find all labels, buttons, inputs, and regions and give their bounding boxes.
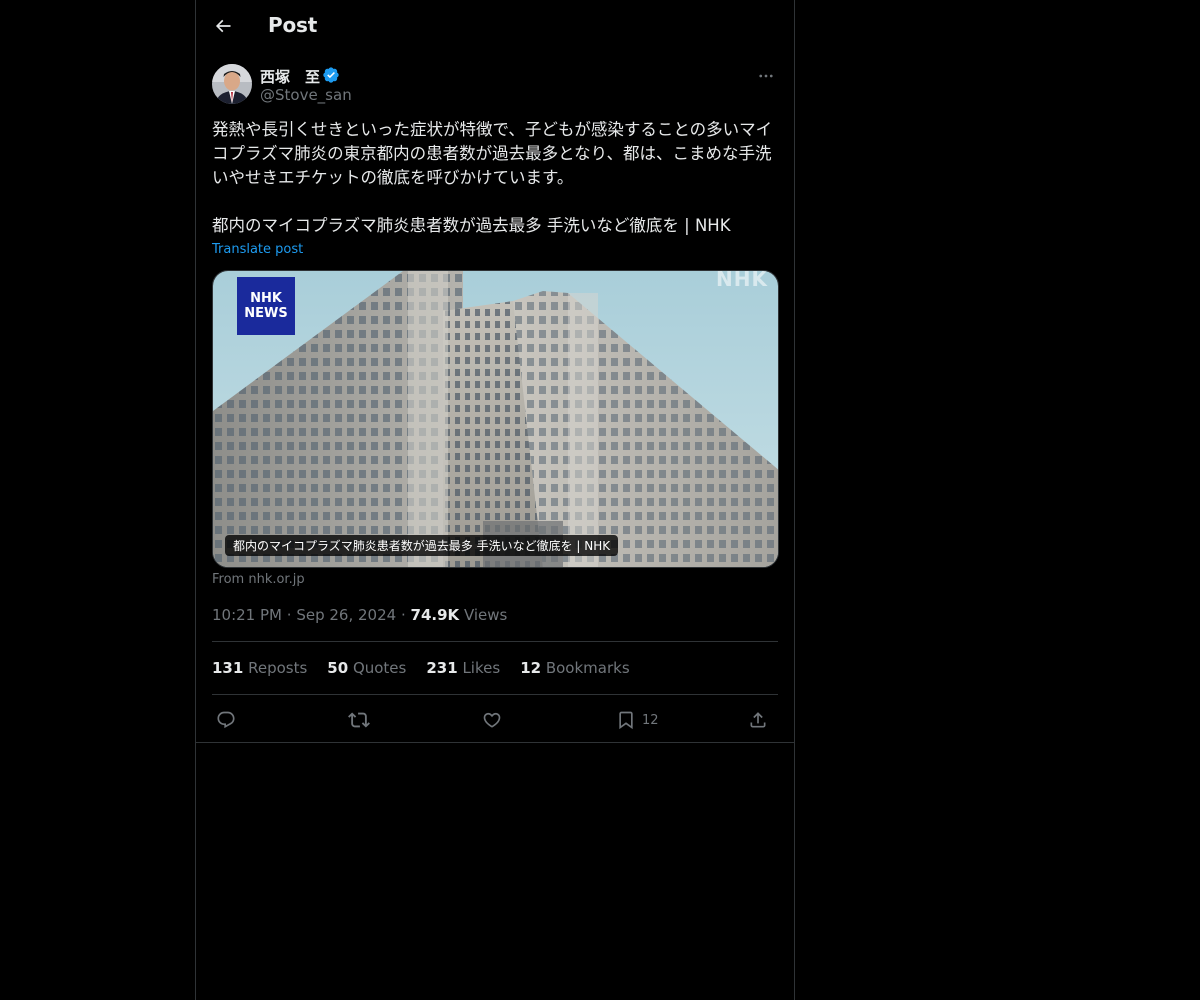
- author-display-name[interactable]: 西塚 至: [260, 66, 320, 87]
- bookmark-icon: [619, 711, 633, 730]
- post-date[interactable]: Sep 26, 2024: [296, 606, 396, 624]
- bookmark-count: 12: [642, 712, 659, 728]
- divider: [212, 694, 778, 695]
- like-button[interactable]: [482, 706, 502, 734]
- link-preview-card[interactable]: NHK NEWS NHK 都内のマイコプラズマ肺炎患者数が過去最多 手洗いなど徹…: [212, 270, 779, 568]
- back-button[interactable]: [208, 11, 238, 41]
- post-column: Post 西塚 至 @Stove_san 発熱や長引くせきといった症状が特徴で、…: [195, 0, 795, 1000]
- divider: [196, 742, 794, 743]
- page-title: Post: [268, 13, 318, 37]
- card-source[interactable]: From nhk.or.jp: [212, 572, 305, 587]
- reply-icon: [217, 711, 235, 729]
- post-meta: 10:21 PM · Sep 26, 2024 · 74.9K Views: [212, 606, 507, 624]
- meta-separator: ·: [400, 606, 406, 624]
- post-time[interactable]: 10:21 PM: [212, 606, 282, 624]
- divider: [212, 641, 778, 642]
- more-dots-icon: [759, 74, 773, 78]
- post-author: 西塚 至 @Stove_san: [212, 64, 778, 108]
- more-options-button[interactable]: [754, 64, 778, 88]
- reply-button[interactable]: [216, 706, 236, 734]
- post-text: 発熱や長引くせきといった症状が特徴で、子どもが感染することの多いマイコプラズマ肺…: [212, 120, 773, 235]
- bookmark-button[interactable]: 12: [616, 706, 659, 734]
- card-title: 都内のマイコプラズマ肺炎患者数が過去最多 手洗いなど徹底を | NHK: [225, 535, 619, 556]
- likes-stat[interactable]: 231 Likes: [426, 659, 500, 677]
- engagement-stats: 131 Reposts 50 Quotes 231 Likes 12 Bookm…: [212, 659, 630, 677]
- like-icon: [483, 712, 501, 728]
- card-image: [213, 271, 778, 567]
- bookmarks-stat[interactable]: 12 Bookmarks: [520, 659, 629, 677]
- repost-button[interactable]: [348, 706, 370, 734]
- author-handle[interactable]: @Stove_san: [260, 86, 352, 104]
- reposts-stat[interactable]: 131 Reposts: [212, 659, 307, 677]
- quotes-stat[interactable]: 50 Quotes: [327, 659, 406, 677]
- views-label: Views: [463, 606, 508, 624]
- arrow-left-icon: [215, 19, 231, 33]
- meta-separator: ·: [286, 606, 292, 624]
- nhk-news-logo: NHK NEWS: [237, 277, 295, 335]
- post-header: Post: [196, 0, 794, 53]
- share-icon: [750, 712, 766, 728]
- translate-post-link[interactable]: Translate post: [212, 242, 303, 257]
- verified-badge-icon: [323, 67, 339, 83]
- views-count: 74.9K: [410, 606, 460, 624]
- action-bar: 12: [212, 706, 778, 734]
- avatar[interactable]: [212, 64, 252, 104]
- share-button[interactable]: [748, 706, 768, 734]
- nhk-watermark: NHK: [716, 270, 768, 291]
- repost-icon: [348, 712, 370, 728]
